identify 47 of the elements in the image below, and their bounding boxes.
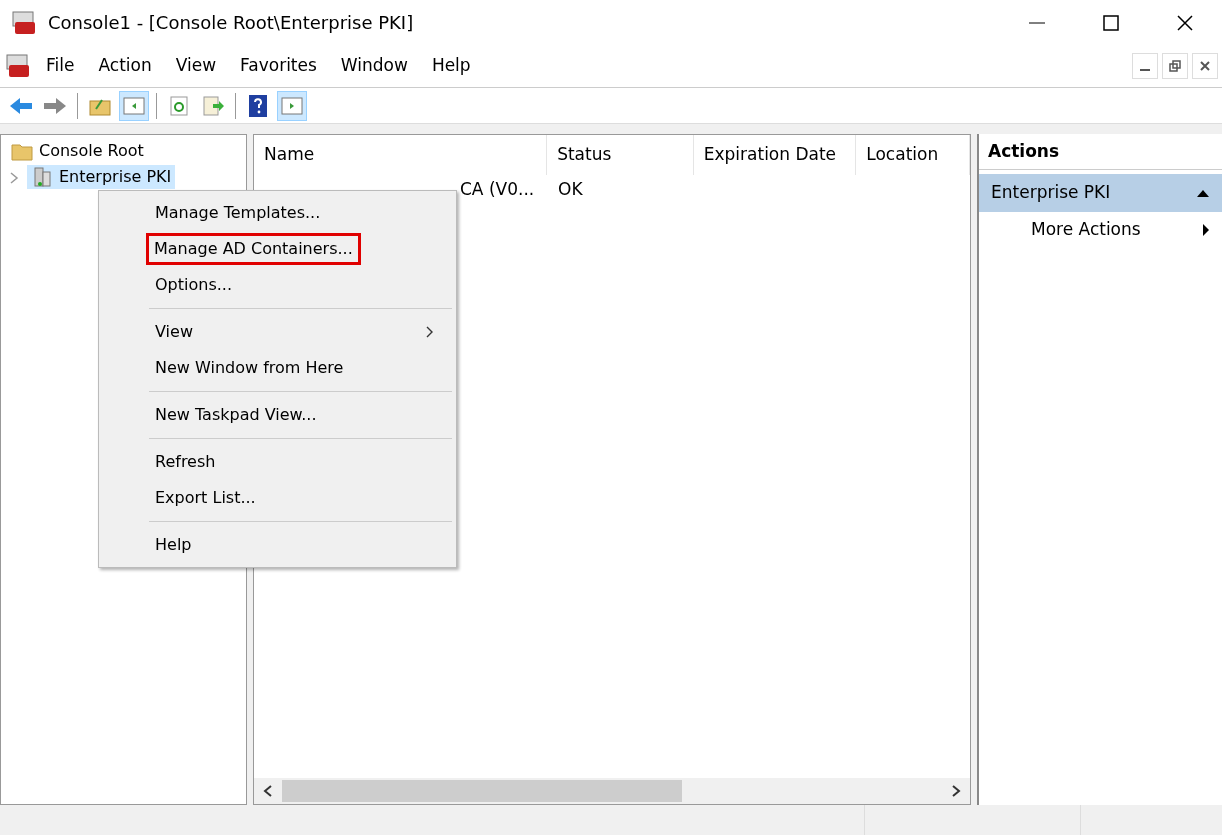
minimize-button[interactable] xyxy=(1132,53,1158,79)
menu-item[interactable]: Manage Templates... xyxy=(101,195,454,231)
menu-item[interactable]: View xyxy=(163,53,229,79)
menu-item[interactable]: Export List... xyxy=(101,480,454,516)
menu-item[interactable]: New Window from Here xyxy=(101,350,454,386)
table-cell: OK xyxy=(558,179,583,200)
restore-button[interactable] xyxy=(1162,53,1188,79)
close-icon xyxy=(1177,14,1193,31)
pane-title: Actions xyxy=(979,134,1222,170)
window-title: Console1 - [Console Root\Enterprise PKI] xyxy=(48,11,414,35)
collapse-arrow-icon xyxy=(1196,188,1210,198)
scrollbar-thumb[interactable] xyxy=(282,780,682,802)
menu-item[interactable]: Action xyxy=(86,53,164,79)
column-header[interactable]: Expiration Date xyxy=(693,135,857,175)
column-header[interactable]: Name xyxy=(254,135,548,175)
chevron-right-icon xyxy=(950,784,962,799)
minimize-icon xyxy=(1140,69,1150,71)
menu-item[interactable]: File xyxy=(34,53,87,79)
menu-item[interactable]: Manage AD Containers... xyxy=(101,231,454,267)
close-button[interactable] xyxy=(1192,53,1218,79)
menu-item[interactable]: Favorites xyxy=(228,53,329,79)
menu-item[interactable]: Help xyxy=(101,527,454,563)
server-icon xyxy=(31,166,53,188)
show-hide-tree-button[interactable] xyxy=(119,90,149,121)
app-icon xyxy=(11,9,37,36)
minimize-icon xyxy=(1029,21,1045,24)
menu-item[interactable]: Help xyxy=(419,53,483,79)
folder-icon xyxy=(11,141,33,161)
app-icon[interactable] xyxy=(5,53,31,79)
tree-item[interactable]: Console Root xyxy=(7,139,148,163)
menu-item[interactable]: View xyxy=(101,314,454,350)
maximize-icon xyxy=(1103,14,1119,31)
restore-icon xyxy=(1168,59,1182,73)
chevron-left-icon xyxy=(262,784,274,799)
highlight-frame: Manage AD Containers... xyxy=(146,233,361,265)
tree-item[interactable]: Enterprise PKI xyxy=(27,165,176,189)
actions-section-header[interactable]: Enterprise PKI xyxy=(979,174,1222,212)
menu-item[interactable]: New Taskpad View... xyxy=(101,397,454,433)
submenu-arrow-icon xyxy=(1202,223,1210,237)
menu-item[interactable]: Window xyxy=(328,53,420,79)
column-header[interactable]: Location xyxy=(856,135,970,175)
table-cell: CA (V0... xyxy=(460,179,535,200)
action-item[interactable]: More Actions xyxy=(979,212,1222,248)
column-header[interactable]: Status xyxy=(547,135,694,175)
menu-item[interactable]: Options... xyxy=(101,267,454,303)
menu-item[interactable]: Refresh xyxy=(101,444,454,480)
close-icon xyxy=(1198,59,1212,73)
